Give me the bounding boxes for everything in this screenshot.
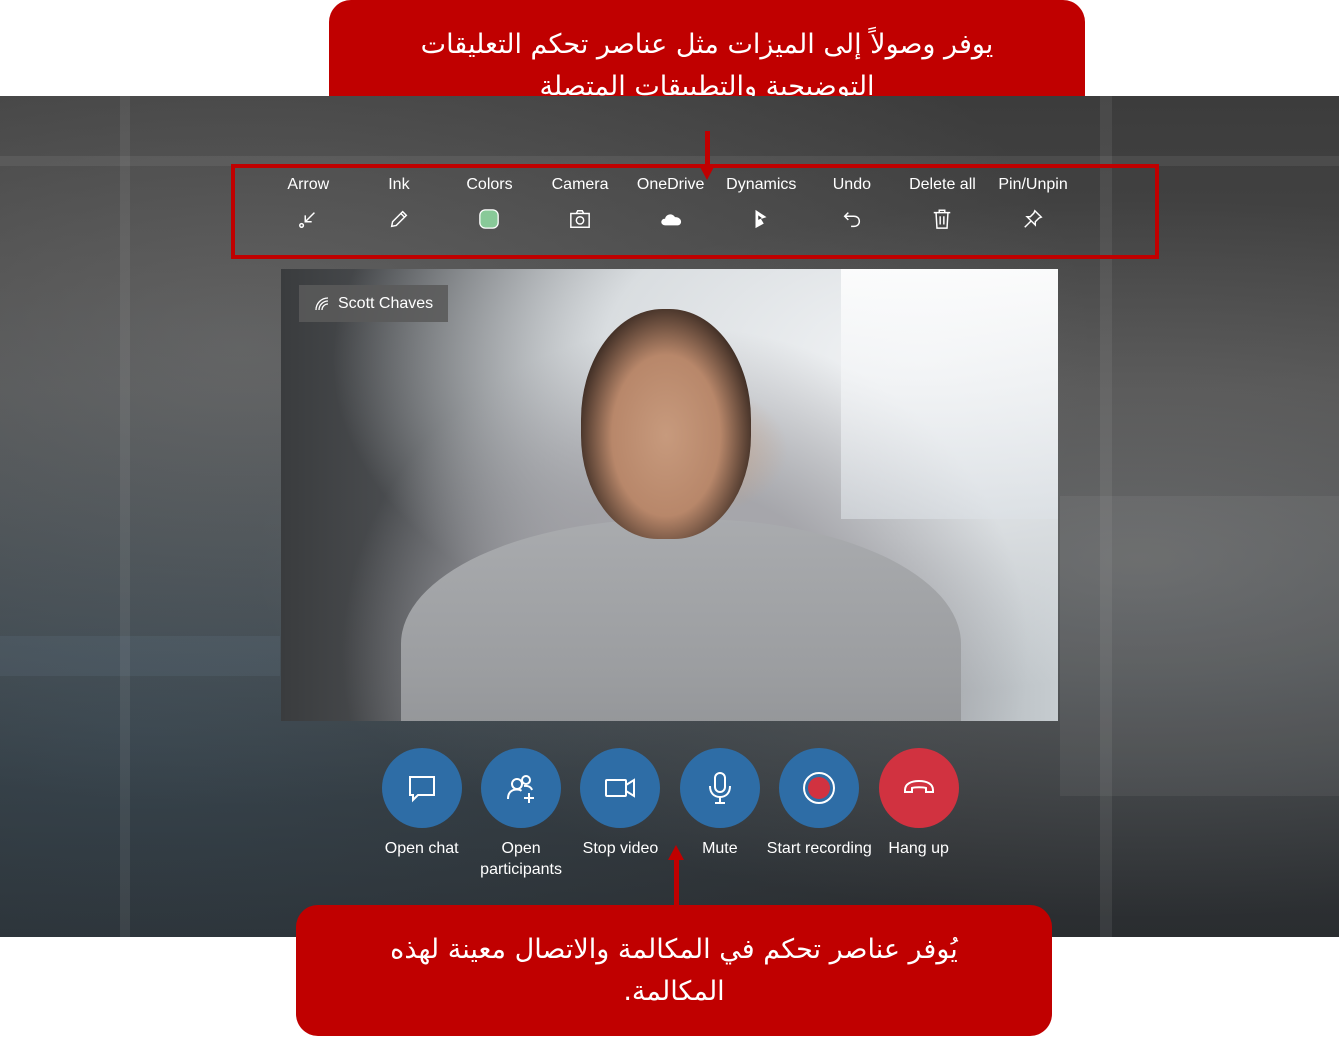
pin-icon [1021, 207, 1045, 231]
arrow-icon [296, 207, 320, 231]
signal-icon [314, 296, 330, 312]
mute-button[interactable] [679, 748, 760, 828]
participants-add-icon [503, 770, 539, 806]
stop-video-label: Stop video [582, 840, 659, 857]
mute-label: Mute [702, 840, 738, 857]
tool-ink[interactable]: Ink [354, 175, 445, 250]
call-controls: Open chat Open participants Stop video M… [372, 748, 968, 880]
pen-icon [387, 207, 411, 231]
tool-pin-unpin[interactable]: Pin/Unpin [988, 175, 1079, 250]
open-participants-button[interactable] [481, 748, 562, 828]
open-chat-button[interactable] [381, 748, 462, 828]
tool-colors-label: Colors [466, 176, 513, 193]
annotation-toolbar: Arrow Ink Colors Camera OneDrive Dynamic… [263, 175, 1098, 250]
tool-dynamics-label: Dynamics [726, 176, 797, 193]
tool-onedrive-label: OneDrive [636, 176, 705, 193]
callout-bottom: يُوفر عناصر تحكم في المكالمة والاتصال مع… [296, 905, 1052, 1036]
arrow-top-line [705, 131, 710, 167]
color-swatch-icon [477, 207, 501, 231]
start-recording-button[interactable] [779, 748, 860, 828]
video-person-body [401, 519, 961, 721]
tool-undo[interactable]: Undo [807, 175, 898, 250]
tool-delete-all-label: Delete all [909, 176, 976, 193]
microphone-icon [702, 770, 738, 806]
callout-top-text: يوفر وصولاً إلى الميزات مثل عناصر تحكم ا… [420, 28, 994, 102]
control-open-participants: Open participants [471, 748, 570, 880]
control-mute: Mute [670, 748, 769, 880]
video-person-head [581, 309, 751, 539]
video-camera-icon [602, 770, 638, 806]
chat-icon [404, 770, 440, 806]
tool-onedrive[interactable]: OneDrive [625, 175, 716, 250]
cloud-icon [659, 207, 683, 231]
remote-video: Scott Chaves [281, 269, 1058, 721]
control-stop-video: Stop video [571, 748, 670, 880]
open-participants-label: Open participants [480, 840, 562, 878]
hang-up-icon [901, 770, 937, 806]
tool-pin-unpin-label: Pin/Unpin [998, 176, 1068, 193]
tool-camera-label: Camera [551, 176, 609, 193]
tool-delete-all[interactable]: Delete all [897, 175, 988, 250]
camera-icon [568, 207, 592, 231]
video-background-window [841, 269, 1058, 519]
undo-icon [840, 207, 864, 231]
control-open-chat: Open chat [372, 748, 471, 880]
control-hang-up: Hang up [869, 748, 968, 880]
tool-arrow-label: Arrow [287, 176, 330, 193]
stop-video-button[interactable] [580, 748, 661, 828]
start-recording-label: Start recording [766, 840, 872, 857]
tool-camera[interactable]: Camera [535, 175, 626, 250]
participant-name-tag: Scott Chaves [299, 285, 449, 322]
tool-ink-label: Ink [388, 176, 410, 193]
open-chat-label: Open chat [384, 840, 459, 857]
tool-arrow[interactable]: Arrow [263, 175, 354, 250]
arrow-bottom-head [668, 845, 684, 860]
hang-up-button[interactable] [878, 748, 959, 828]
participant-name: Scott Chaves [338, 294, 434, 312]
tool-undo-label: Undo [832, 176, 871, 193]
trash-icon [930, 207, 954, 231]
arrow-bottom-line [674, 858, 679, 906]
control-start-recording: Start recording [766, 748, 872, 880]
tool-colors[interactable]: Colors [444, 175, 535, 250]
hang-up-label: Hang up [888, 840, 949, 857]
tool-dynamics[interactable]: Dynamics [716, 175, 807, 250]
record-icon [801, 770, 837, 806]
callout-bottom-text: يُوفر عناصر تحكم في المكالمة والاتصال مع… [390, 933, 958, 1007]
dynamics-icon [749, 207, 773, 231]
